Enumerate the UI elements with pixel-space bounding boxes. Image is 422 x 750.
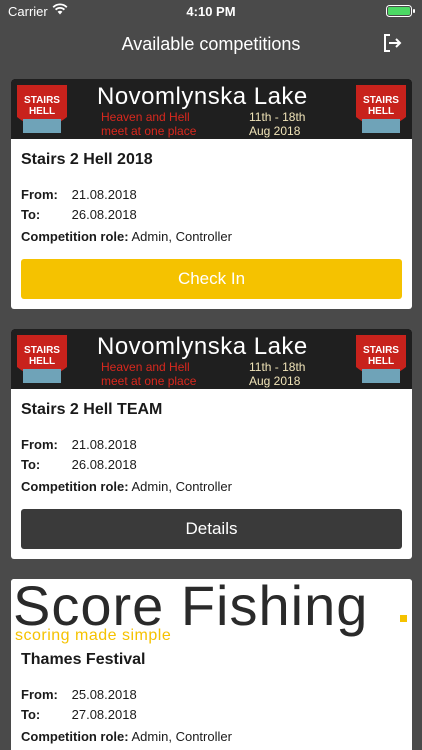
role-label: Competition role: — [21, 729, 129, 744]
role-row: Competition role: Admin, Controller — [21, 477, 402, 497]
to-label: To: — [21, 207, 41, 222]
to-value: 27.08.2018 — [71, 707, 137, 722]
check-in-button[interactable]: Check In — [21, 259, 402, 299]
svg-text:HELL: HELL — [368, 106, 394, 117]
banner-lake-name: Novomlynska Lake — [97, 83, 308, 110]
banner-date: 11th - 18th — [249, 360, 306, 374]
banner-lake-name: Novomlynska Lake — [97, 333, 308, 360]
svg-text:HELL: HELL — [29, 356, 55, 367]
competition-card[interactable]: STAIRS HELL Novomlynska Lake Heaven and … — [11, 79, 412, 309]
details-button[interactable]: Details — [21, 509, 402, 549]
from-value: 25.08.2018 — [71, 687, 137, 702]
logout-icon[interactable] — [380, 31, 404, 55]
competition-banner: STAIRS HELL Novomlynska Lake Heaven and … — [11, 329, 412, 389]
svg-text:HELL: HELL — [29, 106, 55, 117]
to-row: To: 26.08.2018 — [21, 455, 402, 475]
role-row: Competition role: Admin, Controller — [21, 227, 402, 247]
role-row: Competition role: Admin, Controller — [21, 727, 402, 747]
role-value: Admin, Controller — [131, 729, 232, 744]
banner-tagline: meet at one place — [101, 124, 197, 138]
from-label: From: — [21, 437, 58, 452]
to-row: To: 27.08.2018 — [21, 705, 402, 725]
from-label: From: — [21, 187, 58, 202]
score-fishing-tagline: scoring made simple — [15, 627, 172, 644]
svg-text:STAIRS: STAIRS — [363, 345, 399, 356]
to-value: 26.08.2018 — [71, 207, 137, 222]
competition-title: Stairs 2 Hell 2018 — [21, 151, 153, 168]
from-value: 21.08.2018 — [71, 437, 137, 452]
nav-bar: Available competitions — [0, 22, 422, 66]
stairs-2-hell-logo: STAIRS HELL — [356, 85, 406, 133]
from-value: 21.08.2018 — [71, 187, 137, 202]
stairs-2-hell-logo: STAIRS HELL — [17, 85, 67, 133]
banner-date: 11th - 18th — [249, 110, 306, 124]
battery-icon — [386, 5, 415, 17]
competition-list[interactable]: STAIRS HELL Novomlynska Lake Heaven and … — [11, 79, 412, 750]
to-label: To: — [21, 457, 41, 472]
from-label: From: — [21, 687, 58, 702]
to-label: To: — [21, 707, 41, 722]
banner-tagline: Heaven and Hell — [101, 360, 190, 374]
banner-date: Aug 2018 — [249, 374, 301, 388]
from-row: From: 21.08.2018 — [21, 435, 402, 455]
competition-card[interactable]: Score Fishing scoring made simple Thames… — [11, 579, 412, 750]
stairs-2-hell-logo: STAIRS HELL — [356, 335, 406, 383]
competition-card[interactable]: STAIRS HELL Novomlynska Lake Heaven and … — [11, 329, 412, 559]
to-value: 26.08.2018 — [71, 457, 137, 472]
svg-text:HELL: HELL — [368, 356, 394, 367]
competition-banner: STAIRS HELL Novomlynska Lake Heaven and … — [11, 79, 412, 139]
competition-title: Thames Festival — [21, 651, 146, 668]
from-row: From: 21.08.2018 — [21, 185, 402, 205]
status-time: 4:10 PM — [186, 4, 236, 19]
role-label: Competition role: — [21, 229, 129, 244]
role-label: Competition role: — [21, 479, 129, 494]
from-row: From: 25.08.2018 — [21, 685, 402, 705]
role-value: Admin, Controller — [131, 479, 232, 494]
logo-dot — [400, 615, 407, 622]
stairs-2-hell-logo: STAIRS HELL — [17, 335, 67, 383]
banner-date: Aug 2018 — [249, 124, 301, 138]
banner-tagline: Heaven and Hell — [101, 110, 190, 124]
banner-tagline: meet at one place — [101, 374, 197, 388]
competition-banner: Score Fishing scoring made simple — [11, 579, 412, 644]
svg-text:STAIRS: STAIRS — [363, 95, 399, 106]
svg-text:STAIRS: STAIRS — [24, 95, 60, 106]
page-title: Available competitions — [121, 34, 301, 54]
to-row: To: 26.08.2018 — [21, 205, 402, 225]
role-value: Admin, Controller — [131, 229, 232, 244]
competition-title: Stairs 2 Hell TEAM — [21, 401, 163, 418]
status-bar: Carrier 4:10 PM — [0, 0, 422, 22]
svg-text:STAIRS: STAIRS — [24, 345, 60, 356]
